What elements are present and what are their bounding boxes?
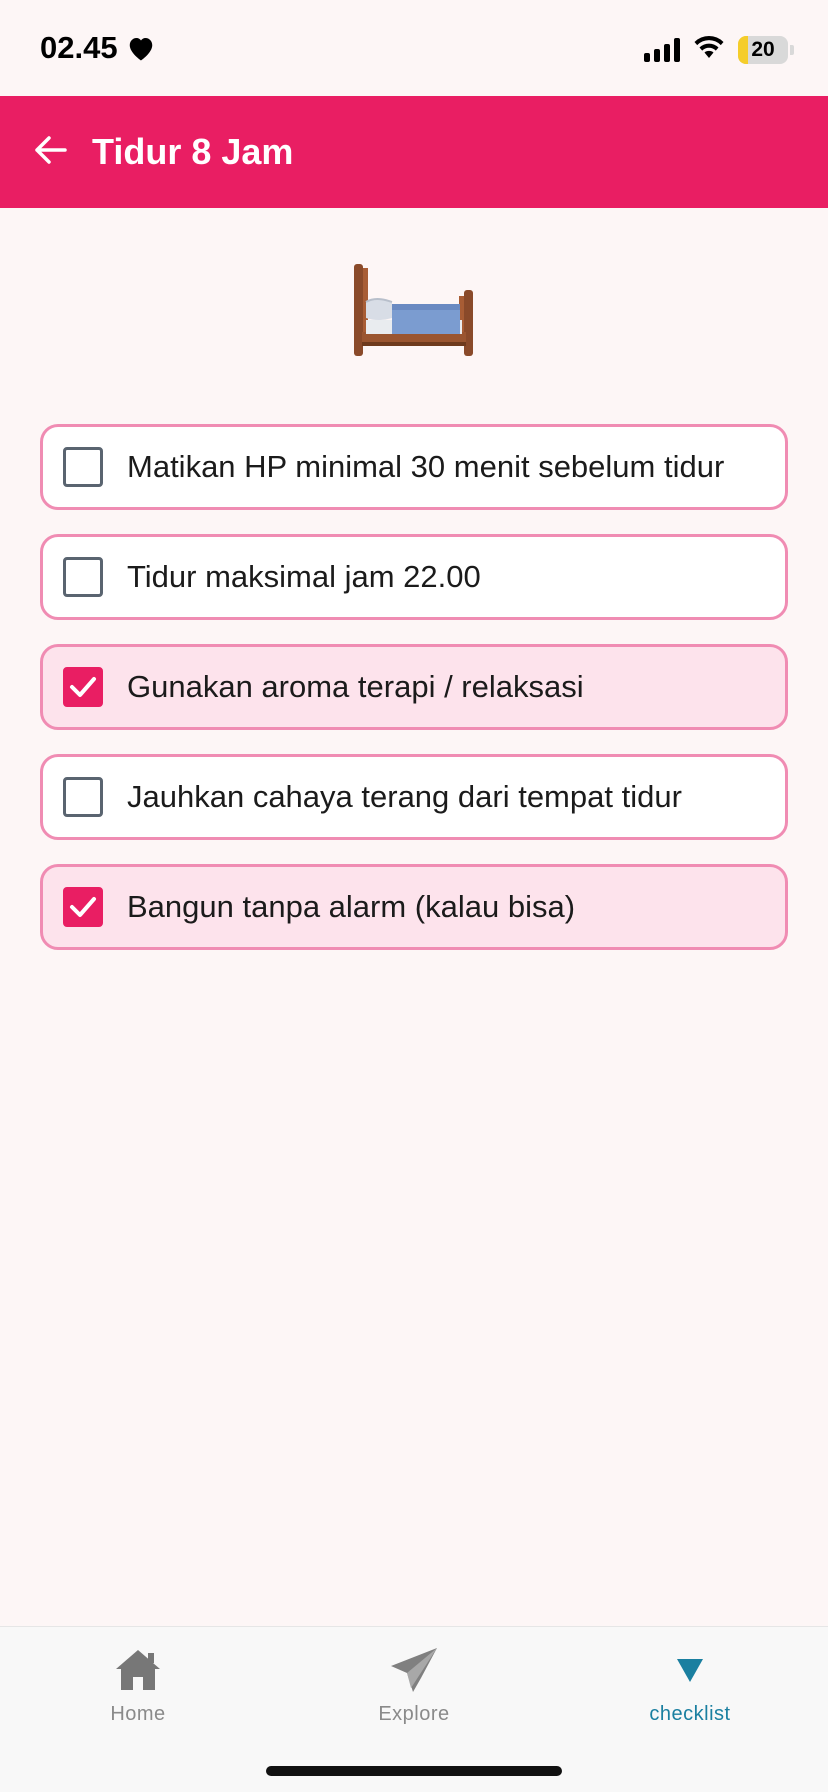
checklist-item-label: Bangun tanpa alarm (kalau bisa) <box>127 889 576 924</box>
checklist: Matikan HP minimal 30 menit sebelum tidu… <box>40 424 788 974</box>
checklist-item[interactable]: Matikan HP minimal 30 menit sebelum tidu… <box>40 424 788 510</box>
paper-plane-icon <box>389 1645 439 1695</box>
home-indicator <box>266 1766 562 1776</box>
checklist-item-label: Gunakan aroma terapi / relaksasi <box>127 669 584 704</box>
triangle-down-icon <box>675 1645 705 1695</box>
status-indicators: 20 <box>644 34 794 65</box>
hero-illustration <box>0 262 828 362</box>
nav-label: Home <box>110 1703 166 1725</box>
checklist-item[interactable]: Jauhkan cahaya terang dari tempat tidur <box>40 754 788 840</box>
nav-item-home[interactable]: Home <box>38 1645 238 1745</box>
nav-label: Explore <box>378 1703 450 1725</box>
checkbox[interactable] <box>63 667 103 707</box>
checkbox[interactable] <box>63 447 103 487</box>
checkbox[interactable] <box>63 557 103 597</box>
checkmark-icon <box>70 897 96 917</box>
nav-label: checklist <box>649 1703 731 1725</box>
battery-icon: 20 <box>738 35 794 64</box>
checklist-item-label: Matikan HP minimal 30 menit sebelum tidu… <box>127 449 725 484</box>
status-time-group: 02.45 <box>40 30 156 66</box>
checklist-item-label: Jauhkan cahaya terang dari tempat tidur <box>127 779 682 814</box>
status-bar: 02.45 20 <box>0 0 828 96</box>
cellular-signal-icon <box>644 37 680 62</box>
checkmark-icon <box>70 677 96 697</box>
bed-icon <box>352 262 476 362</box>
checklist-item[interactable]: Tidur maksimal jam 22.00 <box>40 534 788 620</box>
checklist-item-label: Tidur maksimal jam 22.00 <box>127 559 481 594</box>
status-time: 02.45 <box>40 30 118 65</box>
wifi-icon <box>692 34 726 65</box>
app-bar: Tidur 8 Jam <box>0 96 828 208</box>
nav-item-explore[interactable]: Explore <box>314 1645 514 1745</box>
home-icon <box>113 1645 163 1695</box>
nav-item-checklist[interactable]: checklist <box>590 1645 790 1745</box>
checklist-item[interactable]: Gunakan aroma terapi / relaksasi <box>40 644 788 730</box>
arrow-left-icon <box>34 135 68 170</box>
heart-icon <box>126 34 156 62</box>
checkbox[interactable] <box>63 887 103 927</box>
checkbox[interactable] <box>63 777 103 817</box>
battery-level: 20 <box>751 37 775 61</box>
checklist-item[interactable]: Bangun tanpa alarm (kalau bisa) <box>40 864 788 950</box>
page-title: Tidur 8 Jam <box>92 131 294 172</box>
back-button[interactable] <box>26 127 76 177</box>
